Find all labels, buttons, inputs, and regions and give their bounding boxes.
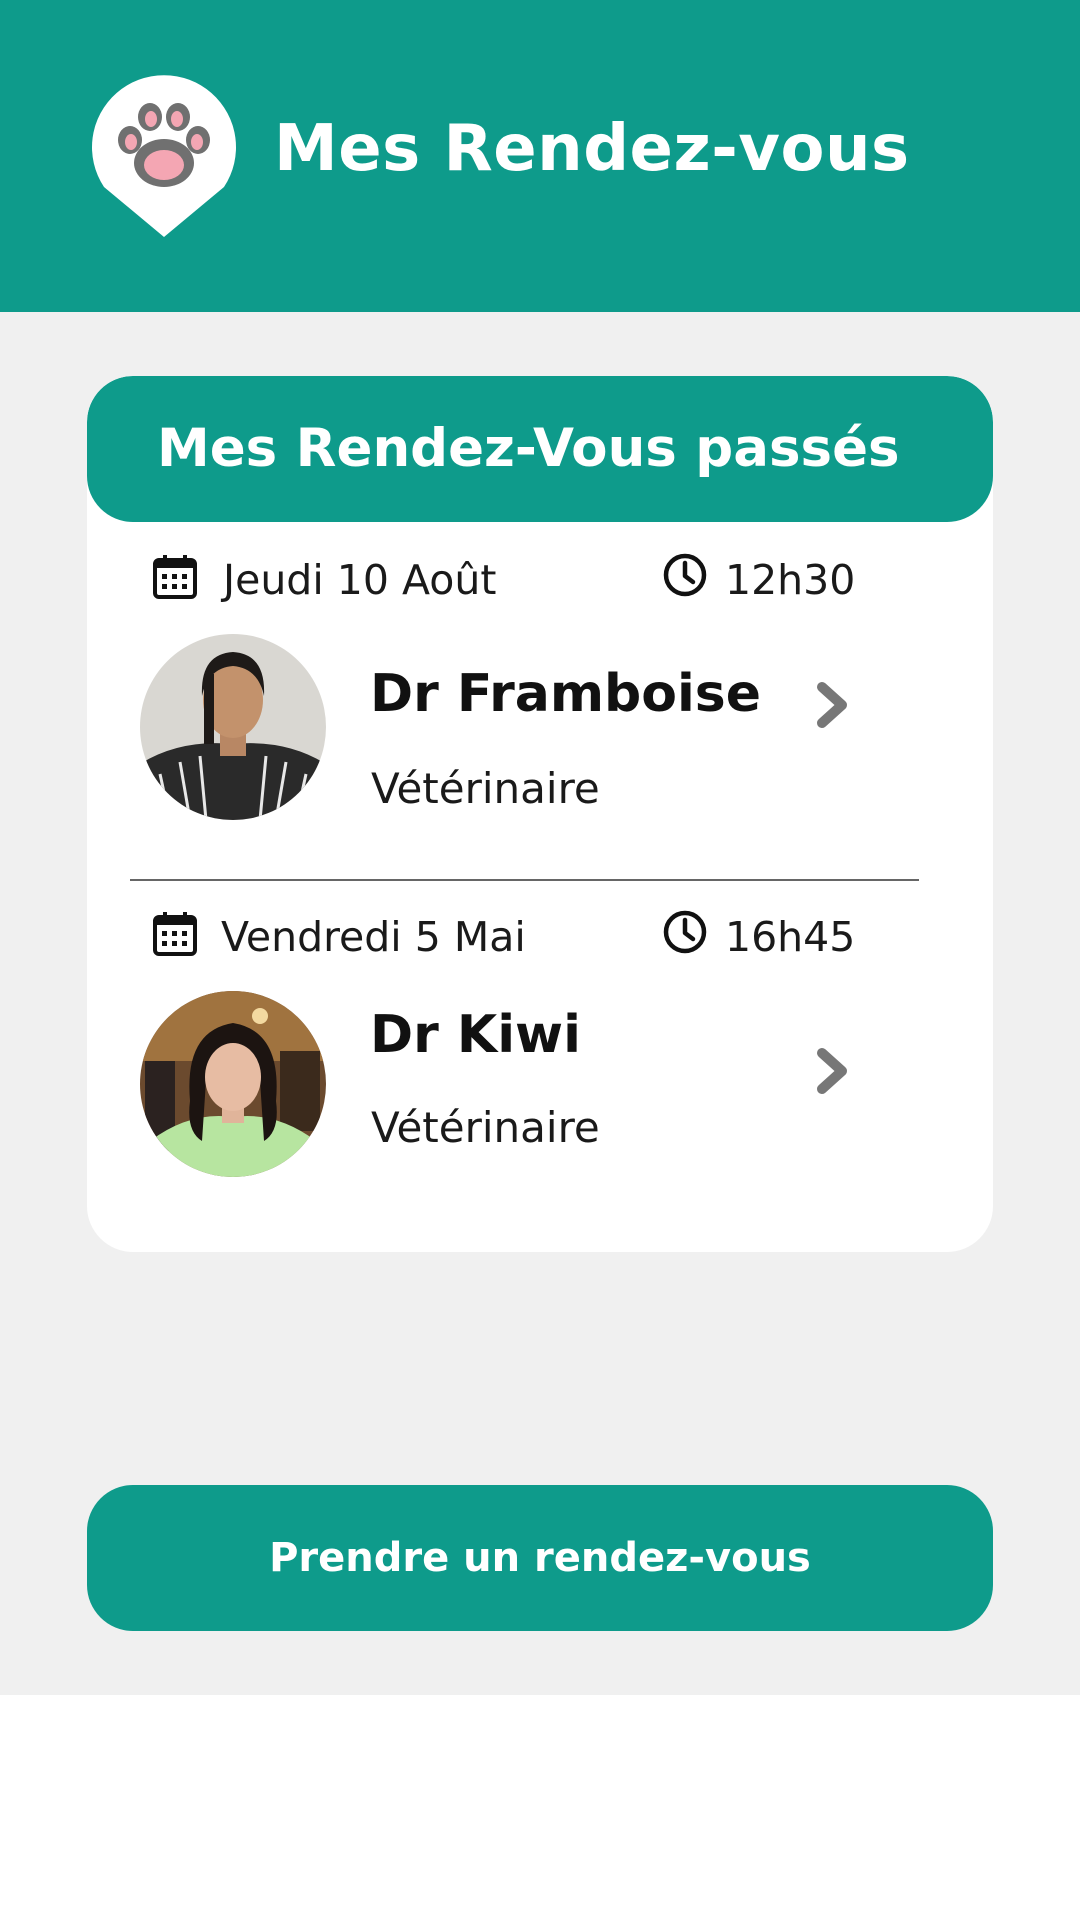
doctor-photo xyxy=(140,634,326,820)
chevron-right-icon[interactable] xyxy=(816,681,850,729)
doctor-role: Vétérinaire xyxy=(371,764,600,813)
appointment-date: Vendredi 5 Mai xyxy=(221,913,526,961)
book-appointment-button[interactable]: Prendre un rendez-vous xyxy=(87,1485,993,1631)
clock-icon xyxy=(663,553,707,597)
appointment-time: 16h45 xyxy=(725,913,856,961)
paw-pin-icon xyxy=(92,75,236,237)
doctor-role: Vétérinaire xyxy=(371,1103,600,1152)
doctor-name: Dr Framboise xyxy=(370,664,762,724)
doctor-name: Dr Kiwi xyxy=(370,1005,581,1065)
past-appointments-title: Mes Rendez-Vous passés xyxy=(157,418,900,479)
doctor-avatar xyxy=(140,991,326,1177)
appointment-divider xyxy=(130,879,919,881)
doctor-photo xyxy=(140,991,326,1177)
calendar-icon xyxy=(153,912,197,956)
calendar-icon xyxy=(153,555,197,599)
chevron-right-icon[interactable] xyxy=(816,1047,850,1095)
past-appointments-card: Mes Rendez-Vous passés Jeudi 10 Août 12h… xyxy=(87,376,993,1252)
doctor-avatar xyxy=(140,634,326,820)
page-title: Mes Rendez-vous xyxy=(274,112,910,186)
clock-icon xyxy=(663,910,707,954)
past-appointments-header: Mes Rendez-Vous passés xyxy=(87,376,993,522)
appointment-time: 12h30 xyxy=(725,556,856,604)
app-screen: Mes Rendez-vous Mes Rendez-Vous passés J… xyxy=(0,0,1080,1695)
appointment-date: Jeudi 10 Août xyxy=(223,556,497,604)
app-header: Mes Rendez-vous xyxy=(0,0,1080,312)
